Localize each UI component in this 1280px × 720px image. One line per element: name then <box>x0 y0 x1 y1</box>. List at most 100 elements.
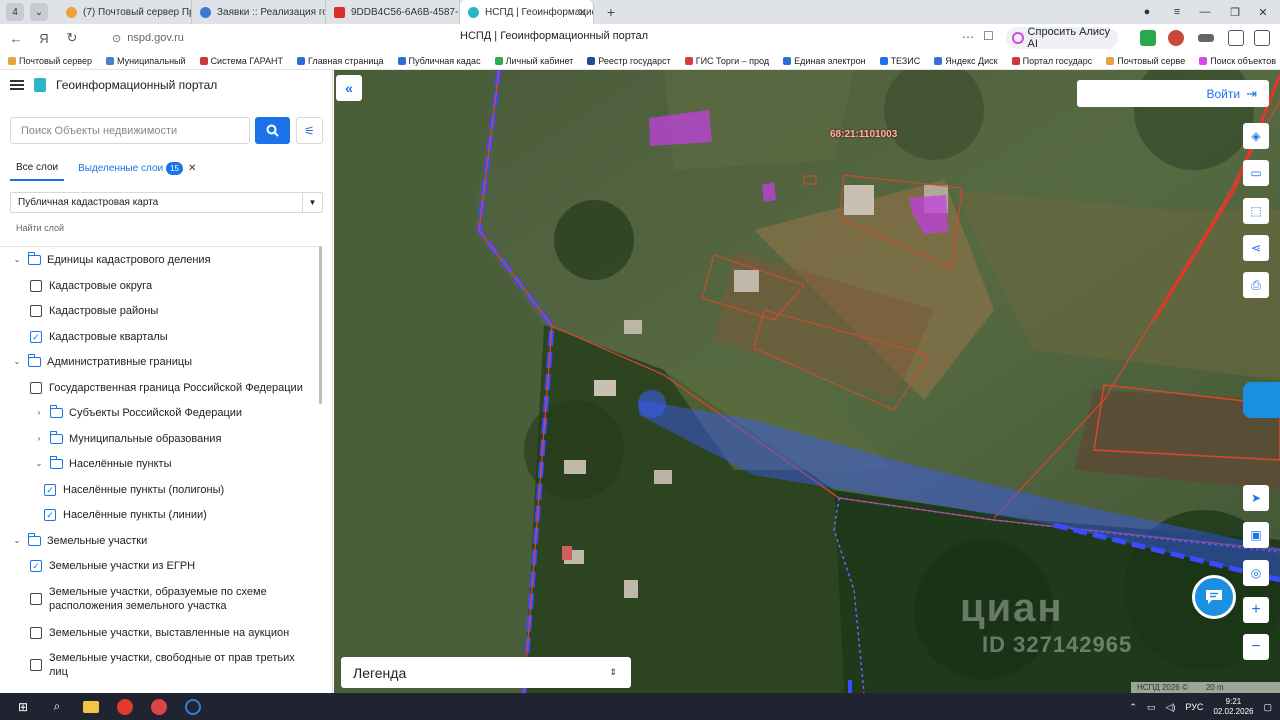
notifications-icon[interactable]: ▢ <box>1263 702 1272 713</box>
menu-icon[interactable] <box>10 80 24 90</box>
layer-item[interactable]: ✓ Земельные участки из ЕГРН <box>30 559 195 573</box>
close-tab-icon[interactable]: ✕ <box>578 6 587 19</box>
tree-subgroup[interactable]: › Муниципальные образования <box>34 431 221 446</box>
layers-tool-button[interactable]: ◈ <box>1243 123 1269 149</box>
bookmark-item[interactable]: Личный кабинет <box>494 56 573 66</box>
bookmark-item[interactable]: Почтовый серве <box>1106 56 1185 66</box>
zoom-in-button[interactable]: + <box>1243 597 1269 623</box>
bookmark-item[interactable]: Портал государс <box>1011 56 1092 66</box>
layer-item[interactable]: ✓ Населённые пункты (линии) <box>44 508 207 522</box>
back-icon[interactable]: ← <box>2 24 30 52</box>
select-area-button[interactable]: ⬚ <box>1243 198 1269 224</box>
navigation-button[interactable]: ➤ <box>1243 485 1269 511</box>
minimize-button[interactable]: — <box>1190 0 1220 24</box>
tab-document[interactable]: 9DDB4C56-6A6B-4587-B2 <box>326 0 460 24</box>
tree-group-land[interactable]: ⌄ Земельные участки <box>12 533 147 548</box>
bookmark-item[interactable]: Яндекс Диск <box>934 56 998 66</box>
yandex-browser-icon[interactable] <box>114 698 136 716</box>
volume-icon[interactable]: ◁) <box>1165 702 1175 713</box>
shield-icon[interactable] <box>1140 30 1156 46</box>
tab-count-button[interactable]: 4 <box>6 3 24 21</box>
checkbox[interactable] <box>30 280 42 292</box>
search-button[interactable] <box>255 117 290 144</box>
extension-icon-2[interactable] <box>1198 34 1214 42</box>
bookmark-item[interactable]: Главная страница <box>296 56 384 66</box>
zoom-out-button[interactable]: − <box>1243 634 1269 660</box>
checkbox-checked[interactable]: ✓ <box>44 509 56 521</box>
alisa-button[interactable]: Спросить Алису AI <box>1006 26 1118 50</box>
clear-selection-icon[interactable]: ✕ <box>188 163 196 174</box>
checkbox-checked[interactable]: ✓ <box>44 484 56 496</box>
print-button[interactable]: ⎙ <box>1243 272 1269 298</box>
layer-item[interactable]: Государственная граница Российской Федер… <box>30 381 303 395</box>
checkbox[interactable] <box>30 382 42 394</box>
tab-list-button[interactable]: ⌄ <box>30 3 48 21</box>
new-tab-button[interactable]: + <box>602 3 620 21</box>
search-icon[interactable]: ⌕ <box>46 698 68 716</box>
checkbox-checked[interactable]: ✓ <box>30 331 42 343</box>
minimap-button[interactable]: ▣ <box>1243 522 1269 548</box>
layer-item[interactable]: ✓ Населённые пункты (полигоны) <box>44 483 224 497</box>
tree-subgroup-open[interactable]: ⌄ Населённые пункты <box>34 456 172 471</box>
reload-icon[interactable]: ↻ <box>58 24 86 52</box>
checkbox[interactable] <box>30 593 42 605</box>
search-input[interactable]: Поиск Объекты недвижимости <box>10 117 250 144</box>
app-icon-2[interactable] <box>182 698 204 716</box>
tab-selected-layers[interactable]: Выделенные слои 15 ✕ <box>72 158 202 181</box>
checkbox-checked[interactable]: ✓ <box>30 560 42 572</box>
tree-scrollbar[interactable] <box>319 246 322 404</box>
chat-button[interactable] <box>1192 575 1236 619</box>
share-button[interactable]: ⋖ <box>1243 235 1269 261</box>
tree-group-admin[interactable]: ⌄ Административные границы <box>12 354 192 369</box>
language-indicator[interactable]: РУС <box>1185 702 1203 712</box>
legend-panel[interactable]: Легенда ⇕ <box>341 657 631 688</box>
close-window-button[interactable]: ✕ <box>1248 0 1278 24</box>
bookmark-item[interactable]: ГИС Торги – прод <box>684 56 769 66</box>
menu-icon[interactable]: ≡ <box>1162 0 1192 24</box>
bookmark-item[interactable]: Единая электрон <box>783 56 866 66</box>
geolocation-button[interactable]: ◎ <box>1243 560 1269 586</box>
bookmark-item[interactable]: Реестр государст <box>587 56 671 66</box>
collections-icon[interactable] <box>1228 30 1244 46</box>
bookmark-item[interactable]: Почтовый сервер <box>8 56 92 66</box>
satellite-map[interactable] <box>334 70 1280 693</box>
tab-requests[interactable]: Заявки :: Реализация госу <box>192 0 326 24</box>
map-type-select[interactable]: Публичная кадастровая карта ▼ <box>10 192 323 213</box>
checkbox[interactable] <box>30 305 42 317</box>
app-icon[interactable] <box>148 698 170 716</box>
bookmark-item[interactable]: Муниципальный <box>105 56 186 66</box>
clock[interactable]: 9:21 02.02.2026 <box>1213 697 1253 717</box>
chevron-up-icon[interactable]: ⌃ <box>1129 702 1137 713</box>
checkbox[interactable] <box>30 627 42 639</box>
layer-item[interactable]: Земельные участки, образуемые по схеме р… <box>30 585 310 613</box>
filter-settings-button[interactable]: ⚟ <box>296 117 323 144</box>
tree-group-cadastral[interactable]: ⌄ Единицы кадастрового деления <box>12 252 211 267</box>
windows-start-icon[interactable]: ⊞ <box>12 698 34 716</box>
layer-item[interactable]: Кадастровые районы <box>30 304 158 318</box>
login-button[interactable]: Войти ⇥ <box>1077 80 1269 107</box>
tab-all-layers[interactable]: Все слои <box>10 158 65 181</box>
yandex-icon[interactable]: Я <box>30 24 58 52</box>
layer-item[interactable]: Кадастровые округа <box>30 279 152 293</box>
more-icon[interactable]: ⋯ <box>962 30 974 44</box>
tab-mail[interactable]: (7) Почтовый сервер Пра <box>58 0 192 24</box>
layer-item[interactable]: Земельные участки, свободные от прав тре… <box>30 651 310 679</box>
bookmark-item[interactable]: ТЕЗИС <box>879 56 920 66</box>
profile-icon[interactable]: ● <box>1132 0 1162 24</box>
checkbox[interactable] <box>30 659 42 671</box>
file-explorer-icon[interactable] <box>80 698 102 716</box>
collapse-sidebar-button[interactable]: « <box>336 75 362 101</box>
assistant-side-button[interactable] <box>1243 382 1280 418</box>
layer-item[interactable]: Земельные участки, выставленные на аукци… <box>30 626 289 640</box>
measure-tool-button[interactable]: ▭ <box>1243 160 1269 186</box>
tree-subgroup[interactable]: › Субъекты Российской Федерации <box>34 405 242 420</box>
bookmark-item[interactable]: Поиск объектов <box>1199 56 1276 66</box>
downloads-icon[interactable] <box>1254 30 1270 46</box>
tab-nspd[interactable]: НСПД | Геоинформацио ✕ <box>460 0 594 24</box>
layer-item[interactable]: ✓ Кадастровые кварталы <box>30 330 168 344</box>
find-layer-input[interactable]: Найти слой <box>16 223 64 233</box>
bookmark-icon[interactable]: ☐ <box>983 29 994 43</box>
cadastral-number-label[interactable]: 68:21:1101003 <box>830 129 897 140</box>
network-icon[interactable]: ▭ <box>1147 702 1156 713</box>
restore-button[interactable]: ❐ <box>1220 0 1250 24</box>
